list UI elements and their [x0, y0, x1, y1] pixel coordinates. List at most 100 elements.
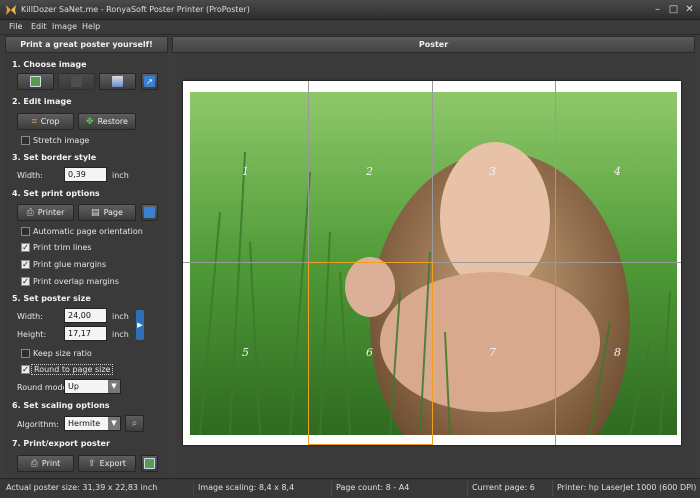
status-actual-size: Actual poster size: 31,39 x 22,83 inch: [6, 483, 158, 492]
page-label: Page: [103, 208, 123, 217]
stretch-image-label: Stretch image: [33, 136, 90, 145]
poster-image[interactable]: [190, 92, 677, 435]
page-number: 8: [614, 346, 621, 359]
border-width-label: Width:: [17, 171, 43, 180]
status-image-scaling: Image scaling: 8,4 x 8,4: [198, 483, 295, 492]
crop-icon: ⌗: [31, 116, 37, 127]
page-number: 2: [366, 165, 373, 178]
image-icon: [144, 458, 155, 469]
close-button[interactable]: ✕: [683, 4, 696, 16]
export-button[interactable]: ⇪ Export: [78, 455, 136, 472]
menu-help[interactable]: Help: [82, 22, 100, 31]
round-mode-value: Up: [68, 382, 79, 391]
preview-header: Poster: [172, 36, 695, 53]
border-width-input[interactable]: 0,39: [64, 167, 107, 182]
expand-button[interactable]: ↗: [141, 73, 158, 90]
title-bar: KillDozer SaNet.me - RonyaSoft Poster Pr…: [0, 0, 700, 20]
page-number: 7: [489, 346, 496, 359]
auto-orientation-checkbox[interactable]: [21, 227, 30, 236]
round-mode-select[interactable]: Up ▼: [64, 379, 121, 394]
crop-label: Crop: [40, 117, 60, 126]
status-bar: Actual poster size: 31,39 x 22,83 inch I…: [0, 478, 700, 498]
export-image-button[interactable]: [141, 455, 158, 472]
glue-margins-label: Print glue margins: [33, 260, 107, 269]
algorithm-select[interactable]: Hermite ▼: [64, 416, 121, 431]
scanner-icon: [112, 76, 123, 87]
zoom-preview-button[interactable]: ⌕: [125, 415, 144, 432]
page-number: 5: [242, 346, 249, 359]
auto-orientation-label: Automatic page orientation: [33, 227, 143, 236]
chevron-down-icon: ▼: [108, 417, 120, 430]
status-page-count: Page count: 8 - A4: [336, 483, 410, 492]
trim-lines-checkbox[interactable]: ✓: [21, 243, 30, 252]
printer-icon: ⎙: [26, 207, 34, 218]
chevron-down-icon: ▼: [108, 380, 120, 393]
section-scaling: 6. Set scaling options: [12, 401, 110, 410]
expand-icon: ↗: [144, 76, 155, 87]
page-number: 1: [242, 165, 249, 178]
poster-height-unit: inch: [112, 330, 129, 339]
section-poster-size: 5. Set poster size: [12, 294, 91, 303]
left-panel-header: Print a great poster yourself!: [5, 36, 168, 53]
camera-icon: [71, 76, 82, 87]
section-print-export: 7. Print/export poster: [12, 439, 110, 448]
restore-icon: ✥: [86, 116, 94, 127]
poster-height-input[interactable]: 17,17: [64, 326, 107, 341]
glue-margins-checkbox[interactable]: ✓: [21, 260, 30, 269]
camera-button[interactable]: [58, 73, 95, 90]
pages-layout-button[interactable]: [141, 204, 158, 221]
page-number: 3: [489, 165, 496, 178]
printer-label: Printer: [37, 208, 65, 217]
status-current-page: Current page: 6: [472, 483, 535, 492]
section-border-style: 3. Set border style: [12, 153, 97, 162]
stretch-image-checkbox[interactable]: [21, 136, 30, 145]
keep-ratio-checkbox[interactable]: [21, 349, 30, 358]
butterfly-app-icon: [5, 4, 17, 16]
open-image-button[interactable]: [17, 73, 54, 90]
border-unit-label: inch: [112, 171, 129, 180]
pages-icon: [144, 207, 155, 218]
status-separator: [331, 481, 332, 496]
trim-lines-label: Print trim lines: [33, 243, 92, 252]
status-separator: [193, 481, 194, 496]
printer-button[interactable]: ⎙ Printer: [17, 204, 74, 221]
menu-image[interactable]: Image: [52, 22, 77, 31]
section-choose-image: 1. Choose image: [12, 60, 87, 69]
keep-ratio-label: Keep size ratio: [33, 349, 92, 358]
section-print-options: 4. Set print options: [12, 189, 100, 198]
crop-button[interactable]: ⌗ Crop: [17, 113, 74, 130]
round-page-size-label: Round to page size: [31, 364, 114, 375]
print-button[interactable]: ⎙ Print: [17, 455, 74, 472]
restore-button[interactable]: ✥ Restore: [78, 113, 136, 130]
round-mode-label: Round mode:: [17, 383, 71, 392]
maximize-button[interactable]: □: [667, 4, 680, 16]
section-edit-image: 2. Edit image: [12, 97, 72, 106]
page-icon: ▤: [91, 207, 100, 218]
window-title: KillDozer SaNet.me - RonyaSoft Poster Pr…: [21, 5, 250, 14]
algorithm-label: Algorithm:: [17, 420, 59, 429]
menu-file[interactable]: File: [9, 22, 22, 31]
overlap-margins-label: Print overlap margins: [33, 277, 119, 286]
status-printer: Printer: hp LaserJet 1000 (600 DPI): [557, 483, 697, 492]
magnifier-icon: ⌕: [131, 418, 138, 429]
round-page-size-checkbox[interactable]: ✓: [21, 365, 30, 374]
menu-bar: File Edit Image Help: [0, 20, 700, 35]
overlap-margins-checkbox[interactable]: ✓: [21, 277, 30, 286]
print-label: Print: [41, 459, 61, 468]
poster-height-label: Height:: [17, 330, 47, 339]
page-divider: [555, 81, 556, 445]
export-label: Export: [99, 459, 126, 468]
export-icon: ⇪: [88, 458, 96, 469]
image-icon: [30, 76, 41, 87]
size-link-toggle[interactable]: ▶: [136, 310, 144, 340]
menu-edit[interactable]: Edit: [31, 22, 47, 31]
poster-width-label: Width:: [17, 312, 43, 321]
status-separator: [467, 481, 468, 496]
page-button[interactable]: ▤ Page: [78, 204, 136, 221]
status-separator: [552, 481, 553, 496]
poster-width-input[interactable]: 24,00: [64, 308, 107, 323]
printer-icon: ⎙: [30, 458, 38, 469]
restore-label: Restore: [97, 117, 128, 126]
scanner-button[interactable]: [99, 73, 136, 90]
minimize-button[interactable]: –: [651, 4, 664, 16]
